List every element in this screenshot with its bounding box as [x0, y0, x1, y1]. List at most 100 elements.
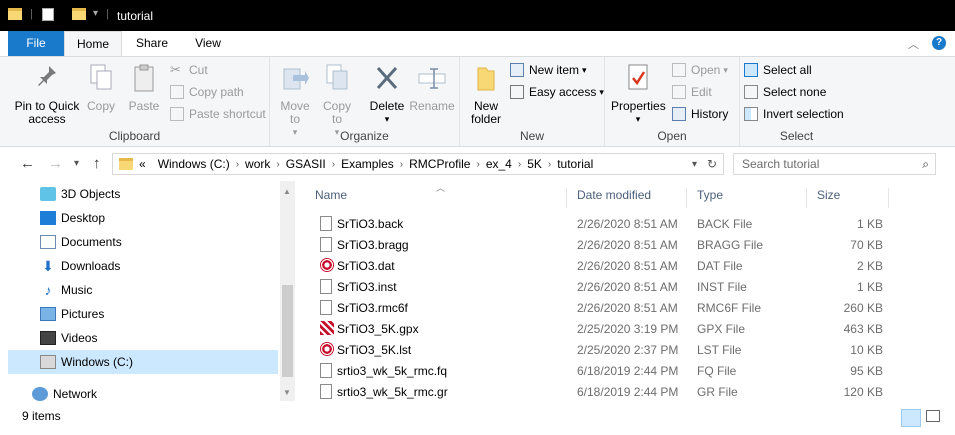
- chevron-right-icon[interactable]: ›: [548, 159, 551, 170]
- file-type: GR File: [697, 385, 738, 399]
- help-icon[interactable]: ?: [932, 36, 946, 50]
- move-to-button[interactable]: Move to ▾: [276, 63, 314, 139]
- address-bar[interactable]: « Windows (C:) › work › GSASII › Examples › …: [112, 153, 724, 175]
- file-row[interactable]: SrTiO3_5K.gpx 2/25/2020 3:19 PM GPX File…: [313, 318, 891, 339]
- chevron-right-icon[interactable]: ›: [332, 159, 335, 170]
- folder-icon: [8, 8, 22, 20]
- chevron-right-icon[interactable]: ›: [236, 159, 239, 170]
- clipboard-group: Pin to Quick access Copy Paste ✂ Cut Copy…: [0, 57, 270, 146]
- open-icon: [672, 63, 686, 77]
- breadcrumb-item[interactable]: ex_4: [486, 157, 512, 171]
- scroll-up-icon[interactable]: ▲: [283, 187, 291, 196]
- tab-home[interactable]: Home: [64, 31, 122, 57]
- file-row[interactable]: SrTiO3.dat 2/26/2020 8:51 AM DAT File 2 …: [313, 255, 891, 276]
- details-view-icon[interactable]: [901, 409, 921, 427]
- properties-qa-icon[interactable]: [42, 8, 54, 21]
- nav-item-downloads[interactable]: ⬇ Downloads: [8, 254, 278, 278]
- column-header-size[interactable]: Size: [807, 188, 889, 208]
- recent-locations-chevron-icon[interactable]: ▾: [74, 158, 79, 169]
- copy-button[interactable]: Copy: [84, 63, 118, 113]
- scroll-down-icon[interactable]: ▼: [283, 388, 291, 397]
- edit-button[interactable]: Edit: [672, 85, 712, 99]
- nav-item-network[interactable]: Network: [8, 382, 278, 406]
- ribbon-tabs: File Home Share View ︿ ?: [0, 31, 955, 57]
- scissors-icon: ✂: [170, 62, 181, 77]
- breadcrumb-item[interactable]: work: [245, 157, 270, 171]
- chevron-right-icon[interactable]: ›: [400, 159, 403, 170]
- customize-qa-chevron-icon[interactable]: ▾: [93, 8, 98, 19]
- file-name: srtio3_wk_5k_rmc.gr: [337, 385, 448, 399]
- desktop-icon: [40, 211, 56, 225]
- breadcrumb-item[interactable]: 5K: [527, 157, 542, 171]
- nav-item-pictures[interactable]: Pictures: [8, 302, 278, 326]
- file-type: INST File: [697, 280, 747, 294]
- select-none-button[interactable]: Select none: [744, 85, 826, 99]
- breadcrumb-current[interactable]: tutorial: [557, 157, 593, 171]
- file-row[interactable]: SrTiO3.rmc6f 2/26/2020 8:51 AM RMC6F Fil…: [313, 297, 891, 318]
- breadcrumb-item[interactable]: RMCProfile: [409, 157, 470, 171]
- breadcrumb-item[interactable]: Windows (C:): [158, 157, 230, 171]
- nav-item-documents[interactable]: Documents: [8, 230, 278, 254]
- column-header-type[interactable]: Type: [687, 188, 807, 208]
- large-icons-view-icon[interactable]: [926, 410, 940, 422]
- column-header-name[interactable]: Name: [305, 188, 567, 208]
- file-row[interactable]: SrTiO3.inst 2/26/2020 8:51 AM INST File …: [313, 276, 891, 297]
- file-name: SrTiO3.bragg: [337, 238, 409, 252]
- document-icon: [320, 279, 332, 294]
- status-bar: 9 items: [0, 405, 955, 435]
- column-header-date[interactable]: Date modified: [567, 188, 687, 208]
- nav-item-music[interactable]: ♪ Music: [8, 278, 278, 302]
- copy-to-button[interactable]: Copy to ▾: [318, 63, 356, 139]
- delete-button[interactable]: Delete ▾: [368, 63, 406, 126]
- select-group-label: Select: [779, 129, 814, 143]
- rename-button[interactable]: Rename: [408, 63, 456, 113]
- back-arrow-icon[interactable]: ←: [20, 155, 35, 172]
- cut-button[interactable]: ✂ Cut: [170, 62, 208, 78]
- file-row[interactable]: srtio3_wk_5k_rmc.gr 6/18/2019 2:44 PM GR…: [313, 381, 891, 402]
- breadcrumb-overflow[interactable]: «: [139, 157, 146, 171]
- tab-view[interactable]: View: [182, 31, 234, 56]
- chevron-right-icon[interactable]: ›: [518, 159, 521, 170]
- nav-item-windows-c[interactable]: Windows (C:): [8, 350, 278, 374]
- collapse-ribbon-icon[interactable]: ︿: [908, 36, 919, 52]
- invert-selection-button[interactable]: Invert selection: [744, 107, 844, 121]
- refresh-icon[interactable]: ↻: [707, 157, 717, 171]
- new-folder-qa-icon[interactable]: [72, 8, 86, 20]
- nav-item-videos[interactable]: Videos: [8, 326, 278, 350]
- up-arrow-icon[interactable]: ↑: [93, 155, 101, 172]
- properties-button[interactable]: Properties ▾: [611, 63, 666, 126]
- copy-path-button[interactable]: Copy path: [170, 85, 244, 99]
- paste-shortcut-button[interactable]: Paste shortcut: [170, 107, 266, 121]
- tab-file[interactable]: File: [8, 31, 64, 56]
- address-history-chevron-icon[interactable]: ▾: [692, 159, 697, 170]
- tab-share[interactable]: Share: [122, 31, 182, 56]
- forward-arrow-icon[interactable]: →: [48, 155, 63, 172]
- search-box[interactable]: Search tutorial ⌕: [733, 153, 936, 175]
- file-row[interactable]: SrTiO3.bragg 2/26/2020 8:51 AM BRAGG Fil…: [313, 234, 891, 255]
- breadcrumb-item[interactable]: Examples: [341, 157, 394, 171]
- history-button[interactable]: History: [672, 107, 728, 121]
- nav-scrollbar-thumb[interactable]: [282, 285, 293, 377]
- file-name: SrTiO3.dat: [337, 259, 395, 273]
- file-name: SrTiO3_5K.lst: [337, 343, 412, 357]
- copy-icon: [90, 64, 112, 90]
- nav-item-3d-objects[interactable]: 3D Objects: [8, 182, 278, 206]
- file-row[interactable]: SrTiO3_5K.lst 2/25/2020 2:37 PM LST File…: [313, 339, 891, 360]
- nav-item-desktop[interactable]: Desktop: [8, 206, 278, 230]
- title-bar: | ▾ | tutorial: [0, 0, 955, 31]
- file-date: 2/26/2020 8:51 AM: [577, 217, 678, 231]
- easy-access-button[interactable]: Easy access ▾: [510, 85, 604, 99]
- select-all-button[interactable]: Select all: [744, 63, 812, 77]
- new-item-button[interactable]: New item ▾: [510, 63, 587, 77]
- file-row[interactable]: srtio3_wk_5k_rmc.fq 6/18/2019 2:44 PM FQ…: [313, 360, 891, 381]
- file-row[interactable]: SrTiO3.back 2/26/2020 8:51 AM BACK File …: [313, 213, 891, 234]
- new-folder-button[interactable]: New folder: [464, 63, 508, 126]
- chevron-right-icon[interactable]: ›: [276, 159, 279, 170]
- chevron-down-icon: ▾: [582, 64, 587, 75]
- open-button[interactable]: Open ▾: [672, 63, 728, 77]
- pin-quick-access-button[interactable]: Pin to Quick access: [12, 63, 82, 126]
- paste-button[interactable]: Paste: [126, 63, 162, 113]
- breadcrumb-item[interactable]: GSASII: [286, 157, 326, 171]
- search-icon[interactable]: ⌕: [922, 157, 929, 172]
- chevron-right-icon[interactable]: ›: [476, 159, 479, 170]
